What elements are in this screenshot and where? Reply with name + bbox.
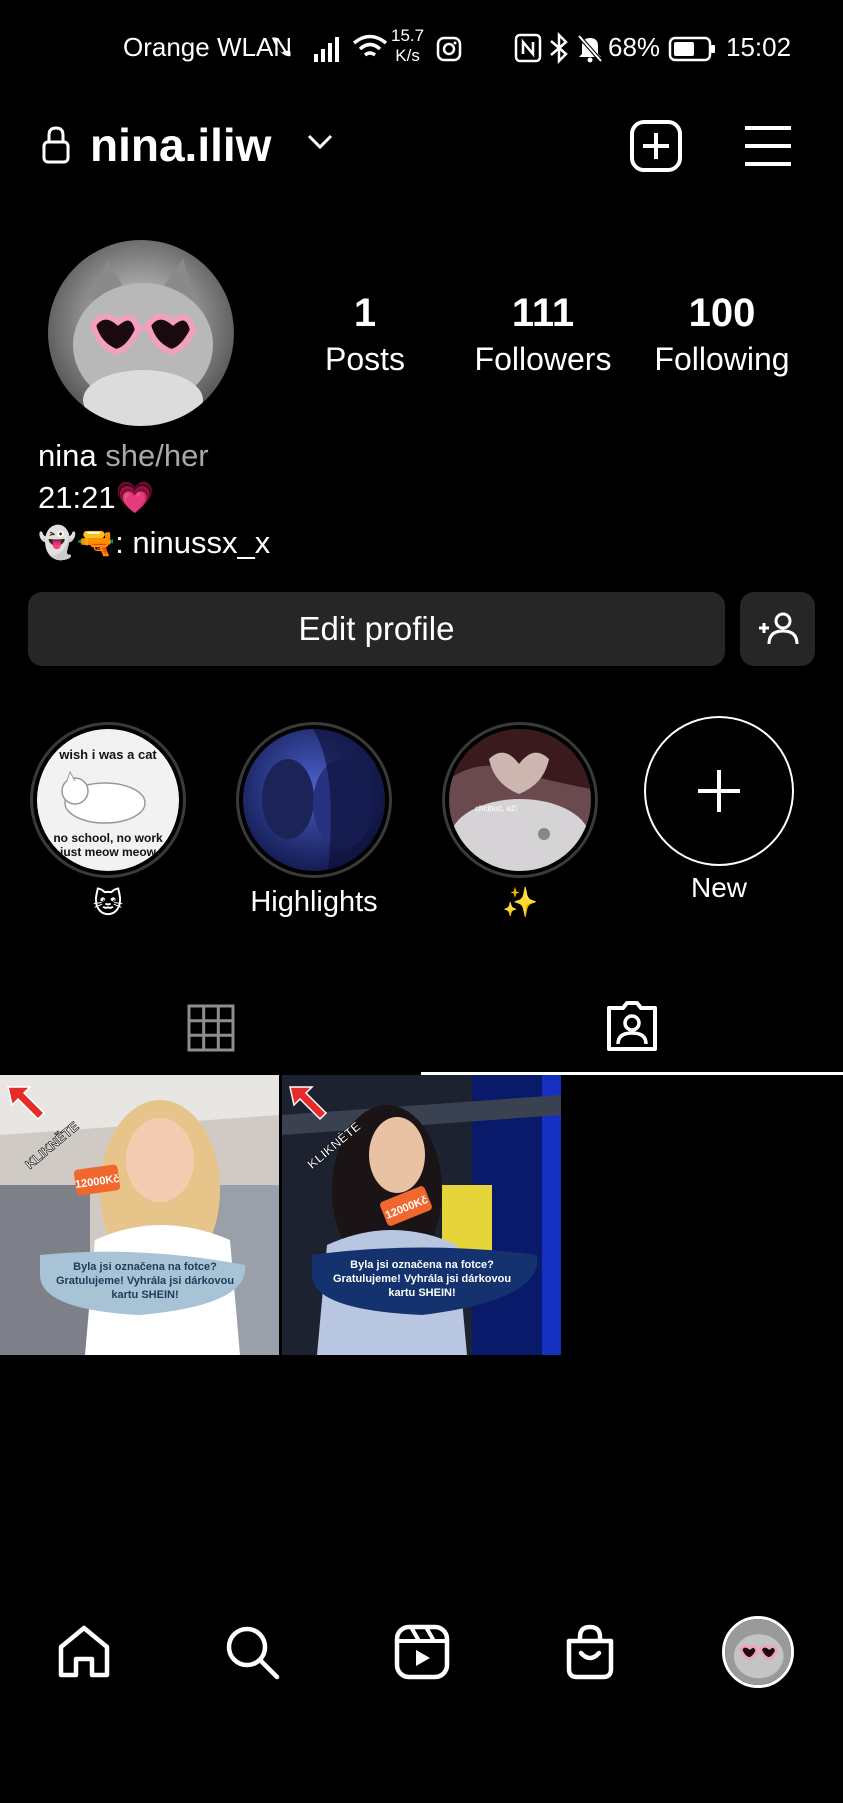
- followers-count: 111: [511, 291, 575, 335]
- status-bar: Orange WLAN 15.7 K/s 68% 15:02: [0, 26, 843, 68]
- profile-name-line: nina she/her: [38, 436, 209, 476]
- bluetooth-icon: [550, 32, 568, 64]
- highlight-cat[interactable]: wish i was a cat no school, no work just…: [30, 722, 186, 878]
- add-person-icon: [758, 612, 798, 645]
- highlight-sparkles-overlay-text: chcibuć, až!: [475, 804, 517, 813]
- pronouns: she/her: [105, 438, 209, 473]
- home-icon: [58, 1625, 110, 1678]
- highlight-cat-top-text: wish i was a cat: [58, 747, 157, 762]
- profile-avatar[interactable]: [48, 240, 234, 426]
- hamburger-menu-icon: [745, 126, 791, 166]
- highlight-sparkles-cover: chcibuć, až!: [449, 729, 591, 871]
- mute-bell-icon: [577, 34, 603, 63]
- discover-people-button[interactable]: [740, 592, 815, 666]
- highlight-sparkles-label: ✨: [501, 887, 539, 919]
- highlight-sparkles[interactable]: chcibuć, až!: [442, 722, 598, 878]
- followers-label: Followers: [474, 341, 612, 377]
- tagged-post-2[interactable]: 12000Kč Byla jsi označena na fotce? Grat…: [282, 1075, 561, 1355]
- highlight-highlights-label: Highlights: [250, 886, 378, 918]
- nav-profile[interactable]: [722, 1616, 794, 1688]
- highlight-highlights[interactable]: [236, 722, 392, 878]
- edit-profile-button[interactable]: Edit profile: [28, 592, 725, 666]
- highlight-cat-bottom-text: no school, no work just meow meow: [53, 831, 163, 859]
- tab-tagged[interactable]: [421, 980, 843, 1075]
- plus-square-icon: [630, 120, 682, 172]
- nav-reels[interactable]: [390, 1620, 454, 1684]
- following-count: 100: [688, 291, 756, 335]
- posts-label: Posts: [324, 341, 406, 377]
- highlight-highlights-cover: [243, 729, 385, 871]
- highlight-cat-label: 🐱: [92, 888, 124, 920]
- highlight-cat-cover: wish i was a cat no school, no work just…: [37, 729, 179, 871]
- new-highlight-label: New: [690, 872, 747, 903]
- search-icon: [226, 1626, 280, 1680]
- post-1-caption: Byla jsi označena na fotce? Gratulujeme!…: [55, 1261, 235, 1301]
- posts-count: 1: [353, 291, 377, 335]
- posts-stat[interactable]: 1 Posts: [275, 290, 455, 382]
- nav-shop[interactable]: [558, 1620, 622, 1684]
- bio-line-2: 👻🔫: ninussx_x: [38, 525, 271, 560]
- menu-button[interactable]: [740, 116, 796, 176]
- wifi-call-icon: [271, 37, 291, 57]
- nfc-icon: [514, 33, 542, 63]
- bio-line-1: 21:21💗: [38, 480, 155, 515]
- nav-home[interactable]: [52, 1620, 116, 1684]
- following-stat[interactable]: 100 Following: [632, 290, 812, 382]
- story-highlights: wish i was a cat no school, no work just…: [0, 716, 843, 926]
- shopping-bag-icon: [566, 1624, 614, 1680]
- post-2-caption: Byla jsi označena na fotce? Gratulujeme!…: [332, 1259, 512, 1299]
- tab-posts-grid[interactable]: [0, 980, 421, 1075]
- edit-profile-label: Edit profile: [298, 610, 455, 647]
- clock: 15:02: [726, 32, 792, 62]
- nav-search[interactable]: [220, 1620, 284, 1684]
- create-button[interactable]: [626, 116, 686, 176]
- instagram-notification-icon: [436, 36, 462, 62]
- network-speed: 15.7 K/s: [391, 26, 425, 65]
- lock-icon: [40, 124, 72, 166]
- profile-avatar-small: [725, 1619, 791, 1685]
- account-switcher[interactable]: nina.iliw: [90, 118, 271, 172]
- display-name: nina: [38, 438, 97, 473]
- battery-icon: [668, 36, 715, 62]
- wifi-icon: [352, 34, 388, 57]
- plus-icon: [698, 770, 740, 812]
- reels-icon: [394, 1624, 450, 1680]
- signal-icon: [314, 37, 339, 62]
- battery-percent: 68%: [608, 32, 661, 62]
- followers-stat[interactable]: 111 Followers: [453, 290, 633, 382]
- tagged-person-icon: [607, 1001, 657, 1051]
- chevron-down-icon[interactable]: [306, 132, 334, 157]
- grid-icon: [187, 1004, 234, 1051]
- tagged-post-1[interactable]: 12000Kč Byla jsi označena na fotce? Grat…: [0, 1075, 279, 1355]
- username: nina.iliw: [90, 119, 272, 171]
- new-highlight-button[interactable]: [644, 716, 794, 866]
- following-label: Following: [654, 341, 790, 377]
